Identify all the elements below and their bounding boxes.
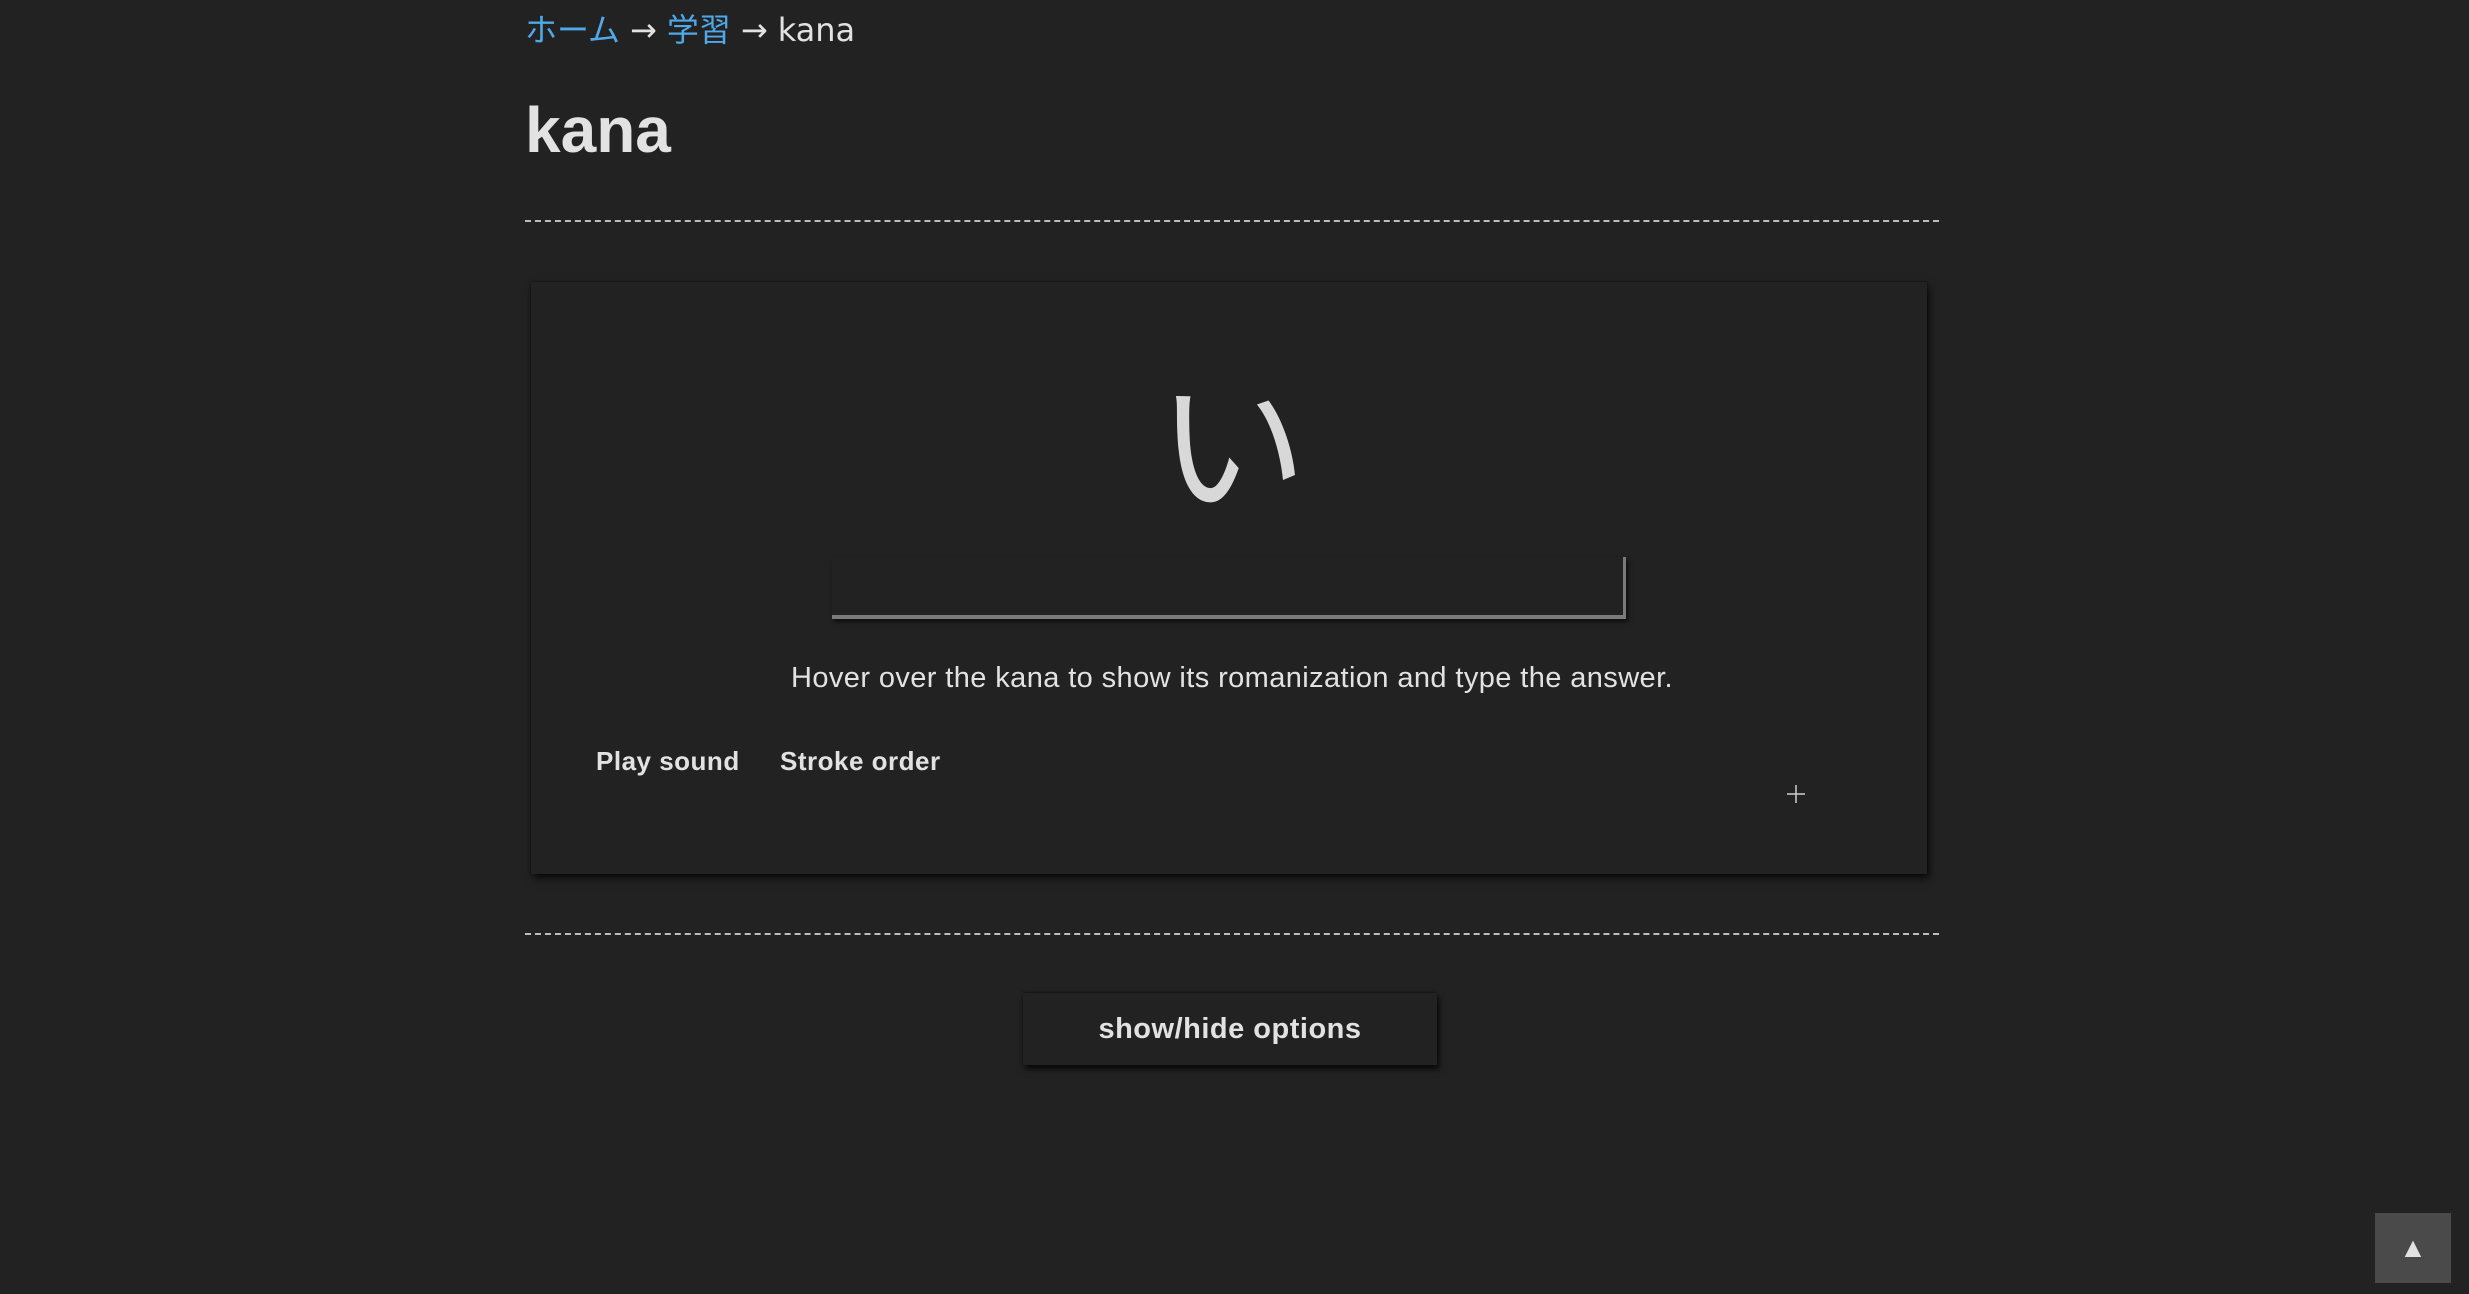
show-hide-options-button[interactable]: show/hide options (1023, 993, 1437, 1065)
bottom-divider (525, 933, 1939, 935)
instruction-text: Hover over the kana to show its romaniza… (791, 662, 1673, 694)
page-title: kana (525, 94, 671, 166)
stroke-order-button[interactable]: Stroke order (780, 743, 941, 779)
play-sound-button[interactable]: Play sound (596, 743, 740, 779)
breadcrumb-separator: → (740, 11, 768, 49)
back-to-top-button[interactable]: ▲ (2375, 1213, 2451, 1283)
breadcrumb-current: kana (777, 11, 856, 49)
kana-character[interactable]: い (525, 360, 1939, 540)
breadcrumb-home-link[interactable]: ホーム (525, 11, 620, 49)
top-divider (525, 220, 1939, 222)
page: ホーム → 学習 → kana kana い Hover over the kana t… (0, 0, 2469, 1294)
breadcrumb-study-link[interactable]: 学習 (667, 11, 731, 49)
breadcrumb-separator: → (630, 11, 657, 49)
plus-icon[interactable] (1784, 782, 1808, 806)
breadcrumb: ホーム → 学習 → kana (525, 8, 855, 52)
arrow-up-icon: ▲ (2399, 1232, 2427, 1263)
answer-input[interactable] (832, 557, 1626, 619)
